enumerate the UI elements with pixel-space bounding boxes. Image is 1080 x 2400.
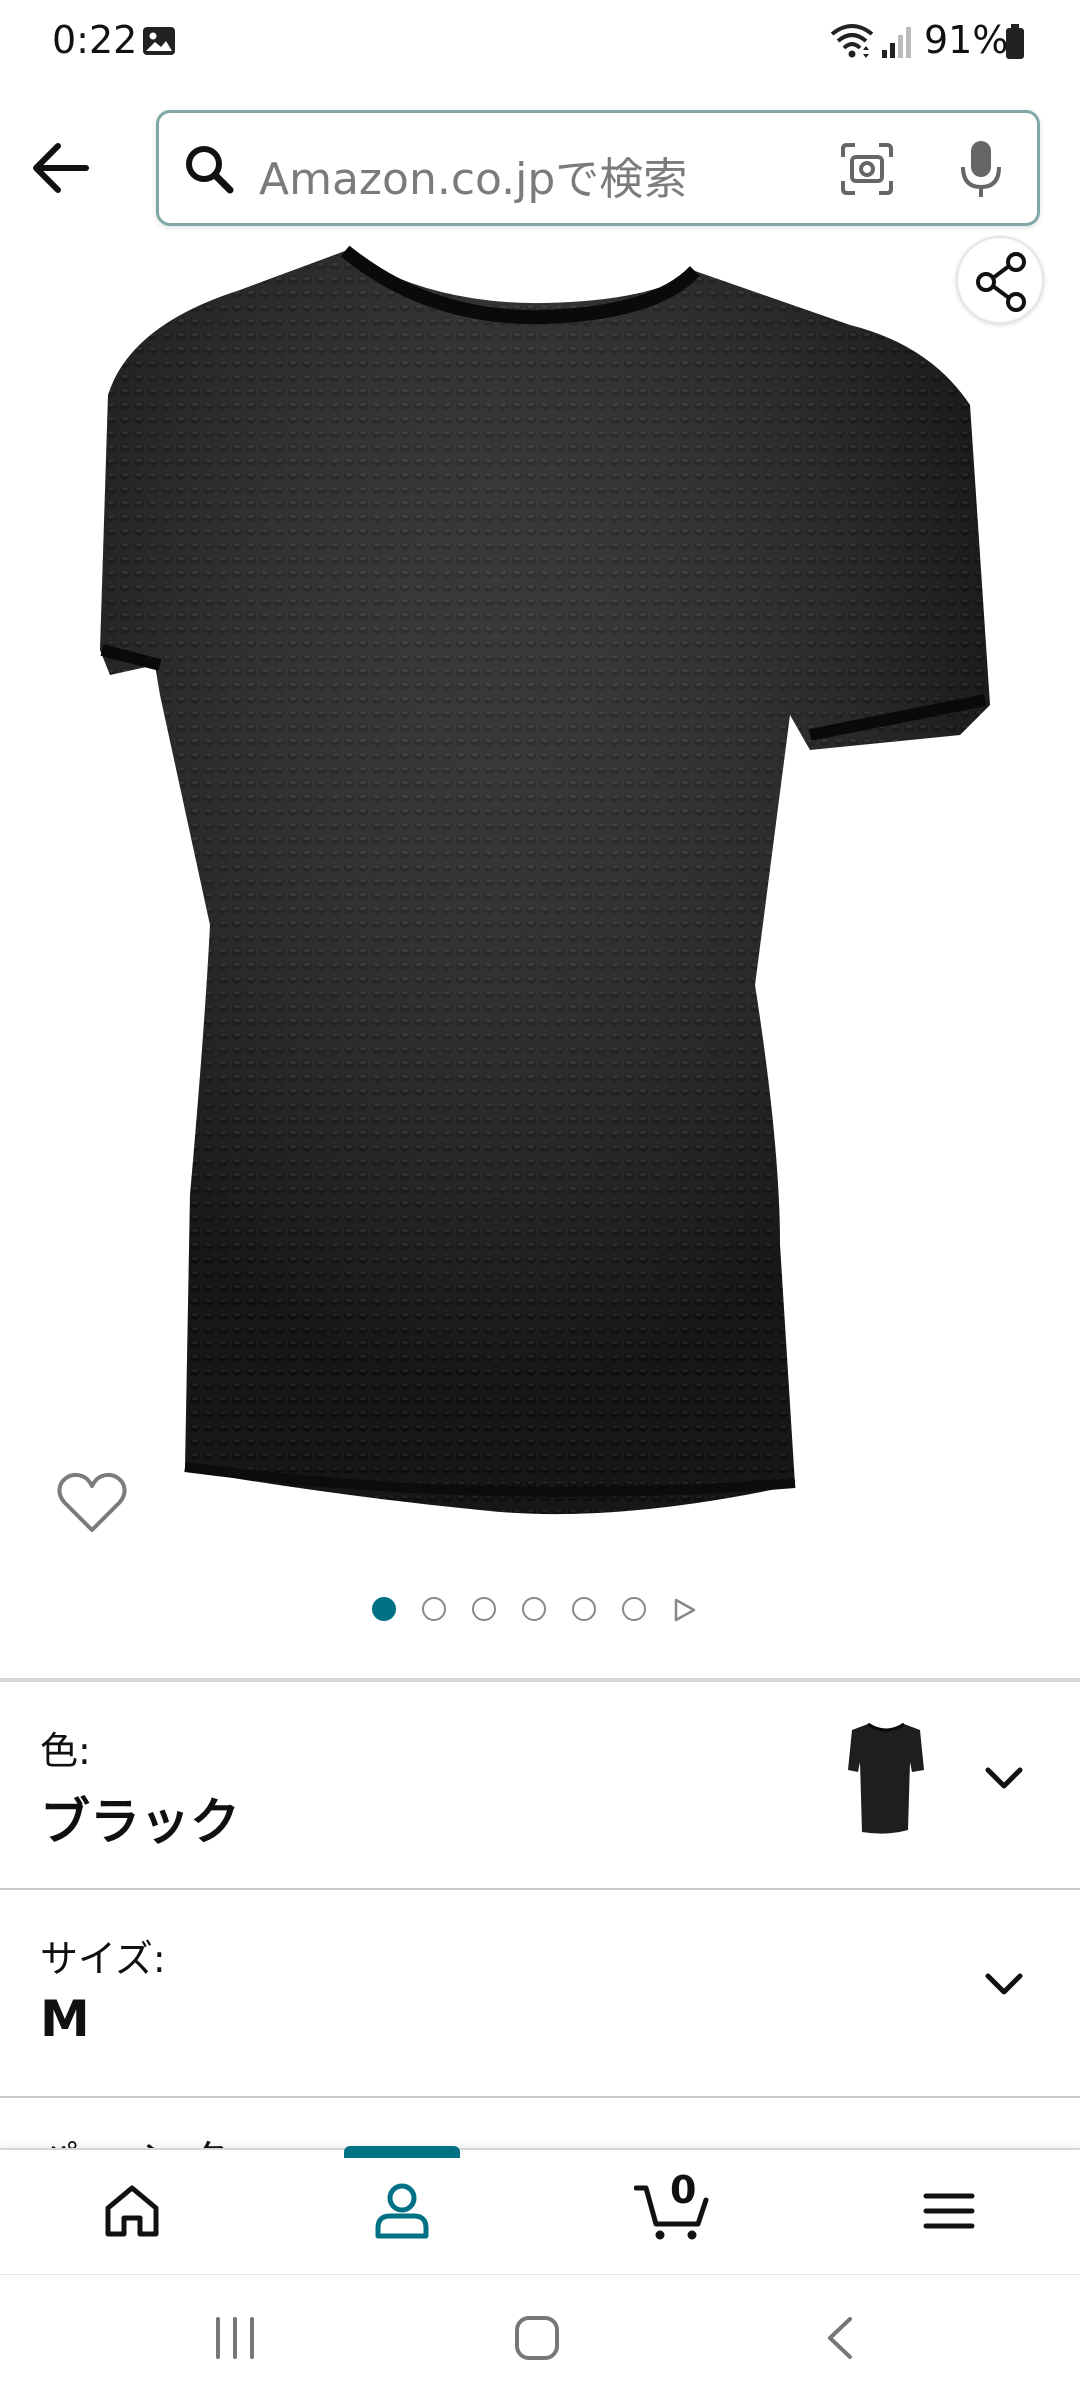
product-image[interactable]	[90, 245, 1010, 1545]
search-icon	[186, 146, 234, 194]
video-play-icon[interactable]	[673, 1597, 697, 1623]
battery-icon	[1006, 24, 1024, 59]
carousel-dot[interactable]	[622, 1597, 646, 1621]
share-button[interactable]	[956, 236, 1044, 324]
status-bar: 0:22 91%	[0, 0, 1080, 90]
menu-icon[interactable]	[922, 2180, 976, 2242]
chevron-down-icon[interactable]	[982, 1764, 1026, 1794]
signal-icon	[882, 27, 911, 58]
color-swatch-thumbnail[interactable]	[846, 1720, 926, 1838]
wishlist-heart-icon[interactable]	[56, 1470, 128, 1536]
carousel-dot[interactable]	[522, 1597, 546, 1621]
color-label: 色:	[40, 1729, 91, 1773]
share-icon	[976, 252, 1026, 312]
carousel-dot[interactable]	[422, 1597, 446, 1621]
active-tab-indicator	[344, 2146, 460, 2158]
size-value: M	[40, 1990, 90, 2048]
account-icon[interactable]	[372, 2180, 432, 2242]
home-icon[interactable]	[100, 2180, 164, 2242]
status-time: 0:22	[52, 18, 138, 62]
carousel-dot[interactable]	[472, 1597, 496, 1621]
row-divider	[0, 2096, 1080, 2098]
search-input[interactable]: Amazon.co.jpで検索	[156, 110, 1040, 226]
system-navigation-bar	[0, 2274, 1080, 2400]
recent-apps-icon[interactable]	[210, 2315, 260, 2361]
search-placeholder: Amazon.co.jpで検索	[259, 154, 688, 205]
battery-percent: 91%	[924, 18, 1009, 62]
gallery-notification-icon	[143, 27, 175, 55]
color-value: ブラック	[40, 1793, 240, 1851]
camera-search-icon[interactable]	[839, 141, 895, 197]
carousel-indicator	[0, 1595, 1080, 1625]
carousel-dot[interactable]	[572, 1597, 596, 1621]
size-selector[interactable]: サイズ: M	[0, 1890, 1080, 2096]
system-back-icon[interactable]	[822, 2315, 858, 2361]
chevron-down-icon[interactable]	[982, 1970, 1026, 2000]
size-label: サイズ:	[40, 1937, 166, 1981]
wifi-icon	[830, 24, 874, 58]
cart-count: 0	[670, 2168, 697, 2212]
microphone-icon[interactable]	[957, 137, 1005, 201]
home-button-icon[interactable]	[512, 2313, 562, 2363]
carousel-dot-active[interactable]	[372, 1597, 396, 1621]
back-arrow-icon[interactable]	[28, 140, 92, 196]
